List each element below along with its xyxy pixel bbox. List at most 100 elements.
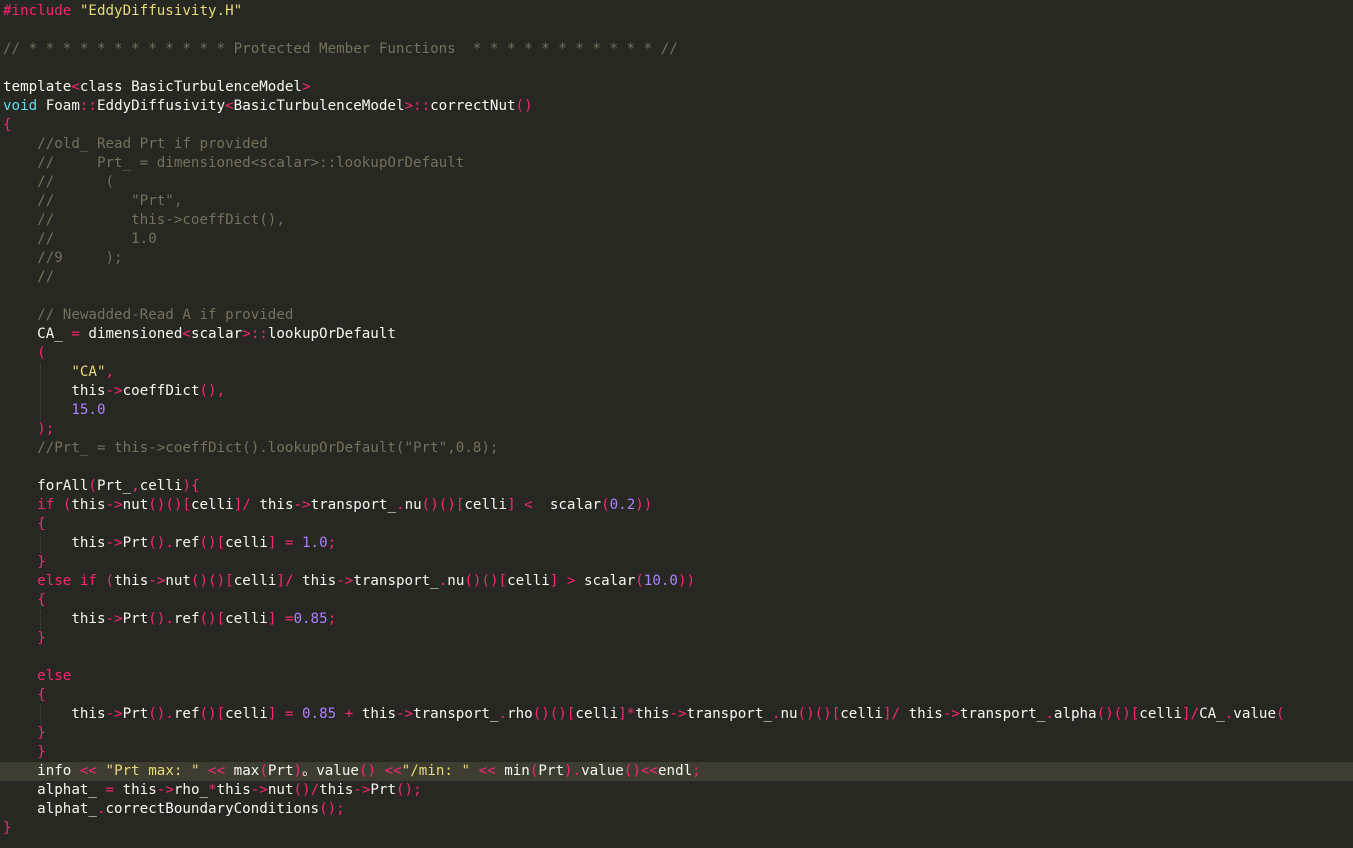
code-token: << xyxy=(79,763,97,779)
code-token: ref xyxy=(173,535,200,551)
code-token: Prt xyxy=(122,611,149,627)
code-token: -> xyxy=(336,573,354,589)
code-editor[interactable]: #include "EddyDiffusivity.H" // * * * * *… xyxy=(0,0,1353,848)
code-token: -> xyxy=(669,706,687,722)
code-token: ; xyxy=(327,611,337,627)
code-line: } xyxy=(3,553,46,572)
code-token: if xyxy=(79,573,97,589)
code-token: celli xyxy=(225,706,268,722)
code-token: << xyxy=(478,763,496,779)
code-line: "CA", xyxy=(3,363,114,382)
code-token: 0.85 xyxy=(293,611,328,627)
code-token: ]/ xyxy=(233,497,251,513)
code-token: forAll xyxy=(37,478,89,494)
code-token: scalar xyxy=(575,573,636,589)
code-line: else if (this->nut()()[celli]/ this->tra… xyxy=(3,572,695,591)
code-token: (), xyxy=(199,383,226,399)
code-line: this->Prt().ref()[celli] = 1.0; xyxy=(3,534,336,553)
code-token: ; xyxy=(327,535,337,551)
code-token: CA_ xyxy=(37,326,72,342)
code-token: = xyxy=(105,782,115,798)
code-token: } xyxy=(37,725,46,741)
code-token: nu xyxy=(780,706,798,722)
code-line: { xyxy=(3,116,12,135)
code-token: + xyxy=(344,706,354,722)
code-token: -> xyxy=(105,383,123,399)
code-token: ( xyxy=(37,345,46,361)
code-token: scalar xyxy=(532,497,602,513)
code-token: Prt xyxy=(122,706,149,722)
code-token: this xyxy=(114,573,149,589)
code-token: transport_ xyxy=(353,573,439,589)
code-token: this xyxy=(71,383,106,399)
code-token: -> xyxy=(353,782,371,798)
code-token: << xyxy=(208,763,226,779)
code-token: Prt_ xyxy=(96,478,132,494)
code-token: (). xyxy=(148,706,174,722)
code-token: ]* xyxy=(618,706,636,722)
code-token: scalar xyxy=(190,326,243,342)
code-token: else xyxy=(37,668,72,684)
code-token: () xyxy=(358,763,377,779)
code-token: ()()[ xyxy=(190,573,234,589)
code-token: celli xyxy=(1139,706,1183,722)
code-token: { xyxy=(37,592,46,608)
code-token: value xyxy=(581,763,624,779)
code-token: "EddyDiffusivity.H" xyxy=(79,3,243,19)
code-token: -> xyxy=(156,782,174,798)
code-token: { xyxy=(3,117,12,133)
code-token: celli xyxy=(139,478,183,494)
code-line: alphat_.correctBoundaryConditions(); xyxy=(3,800,345,819)
code-token: . xyxy=(96,801,106,817)
code-token: //Prt_ = this->coeffDict().lookupOrDefau… xyxy=(37,440,499,456)
code-line: if (this->nut()()[celli]/ this->transpor… xyxy=(3,496,652,515)
code-token: (); xyxy=(396,782,422,798)
code-line: ); xyxy=(3,420,54,439)
code-line: { xyxy=(3,591,46,610)
code-token: this xyxy=(319,782,354,798)
code-token: } xyxy=(37,744,46,760)
code-token: { xyxy=(37,687,46,703)
code-token: value xyxy=(1233,706,1276,722)
code-line: //9 ); xyxy=(3,249,122,268)
code-token: -> xyxy=(105,497,123,513)
code-token: this xyxy=(71,706,106,722)
code-line: alphat_ = this->rho_*this->nut()/this->P… xyxy=(3,781,422,800)
code-line: } xyxy=(3,743,46,762)
code-line: //old_ Read Prt if provided xyxy=(3,135,268,154)
code-token: BasicTurbulenceModel xyxy=(233,98,405,114)
code-token: ( xyxy=(105,573,115,589)
code-line: // Prt_ = dimensioned<scalar>::lookupOrD… xyxy=(3,154,464,173)
code-token: ); xyxy=(37,421,55,437)
code-token: min xyxy=(495,763,530,779)
code-line: forAll(Prt_,celli){ xyxy=(3,477,199,496)
code-token: this xyxy=(353,706,396,722)
code-token: ( xyxy=(635,573,644,589)
code-token: lookupOrDefault xyxy=(267,326,396,342)
code-token: } xyxy=(37,630,46,646)
code-token: ()()[ xyxy=(464,573,508,589)
code-token: . xyxy=(1045,706,1054,722)
code-token: if xyxy=(37,497,55,513)
code-token: (); xyxy=(319,801,345,817)
code-token: rho xyxy=(507,706,533,722)
code-token: = xyxy=(71,326,80,342)
code-token: CA_ xyxy=(1199,706,1225,722)
code-token: 0.2 xyxy=(609,497,636,513)
code-token: ( xyxy=(1276,706,1285,722)
code-token: max xyxy=(225,763,260,779)
code-line: this->Prt().ref()[celli] =0.85; xyxy=(3,610,336,629)
code-token: ]/ xyxy=(1182,706,1200,722)
code-line: // * * * * * * * * * * * * Protected Mem… xyxy=(3,40,678,59)
code-token: celli xyxy=(190,497,234,513)
code-token: } xyxy=(37,554,46,570)
code-token: this xyxy=(71,535,106,551)
code-token: celli xyxy=(464,497,508,513)
code-line: ( xyxy=(3,344,46,363)
